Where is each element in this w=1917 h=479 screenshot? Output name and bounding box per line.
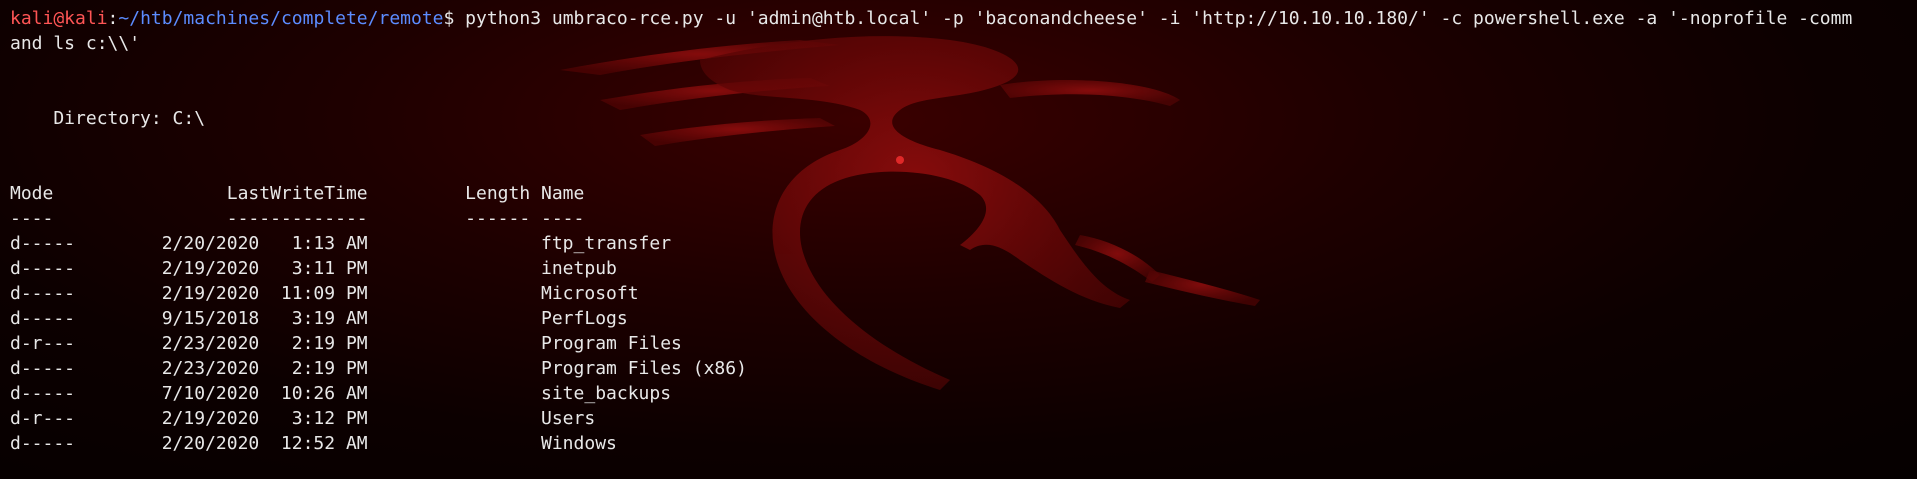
prompt-separator: :: [107, 8, 119, 29]
listing-header-underline: ---- ------------- ------ ----: [10, 208, 585, 229]
listing-row: d----- 2/19/2020 3:11 PM inetpub: [10, 258, 617, 279]
prompt-path: ~/htb/machines/complete/remote: [118, 8, 444, 29]
listing-row: d----- 7/10/2020 10:26 AM site_backups: [10, 383, 672, 404]
directory-label: Directory: C:\: [10, 108, 206, 129]
command-text-line2: and ls c:\\': [10, 33, 141, 54]
listing-row: d----- 2/19/2020 11:09 PM Microsoft: [10, 283, 639, 304]
command-text-line1: python3 umbraco-rce.py -u 'admin@htb.loc…: [454, 8, 1853, 29]
prompt-symbol: $: [443, 8, 455, 29]
listing-row: d----- 9/15/2018 3:19 AM PerfLogs: [10, 308, 628, 329]
listing-row: d----- 2/20/2020 12:52 AM Windows: [10, 433, 617, 454]
listing-row: d----- 2/20/2020 1:13 AM ftp_transfer: [10, 233, 672, 254]
prompt-user-host: kali@kali: [10, 8, 108, 29]
terminal-output: kali@kali:~/htb/machines/complete/remote…: [0, 0, 1917, 456]
command-line[interactable]: kali@kali:~/htb/machines/complete/remote…: [10, 6, 1917, 31]
terminal-window[interactable]: kali@kali:~/htb/machines/complete/remote…: [0, 0, 1917, 479]
command-continuation: and ls c:\\': [10, 31, 1917, 56]
listing-row: d----- 2/23/2020 2:19 PM Program Files (…: [10, 358, 747, 379]
listing-row: d-r--- 2/23/2020 2:19 PM Program Files: [10, 333, 682, 354]
listing-header: Mode LastWriteTime Length Name: [10, 183, 585, 204]
listing-row: d-r--- 2/19/2020 3:12 PM Users: [10, 408, 596, 429]
